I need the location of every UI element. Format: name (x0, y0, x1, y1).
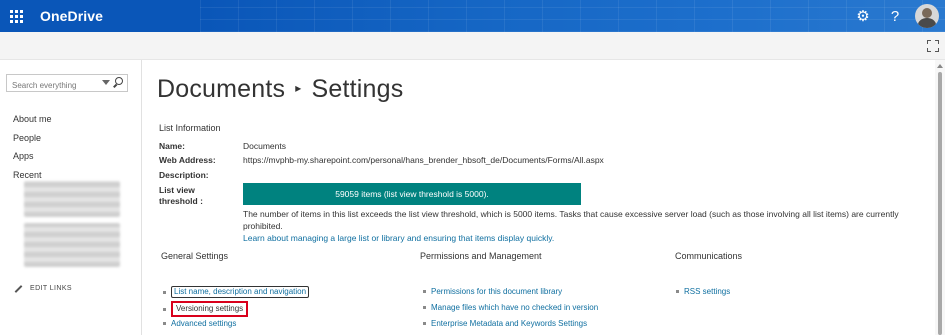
recent-item-blurred[interactable] (24, 181, 120, 217)
list-name-description-navigation-link[interactable]: List name, description and navigation (171, 286, 310, 298)
bullet-icon (423, 306, 426, 309)
suite-bar-background (200, 0, 945, 32)
bullet-icon (676, 290, 679, 293)
focus-mode-icon[interactable] (927, 40, 939, 52)
permissions-library-link[interactable]: Permissions for this document library (431, 287, 562, 296)
title-settings: Settings (311, 75, 404, 103)
nav-apps[interactable]: Apps (13, 147, 52, 166)
description-label: Description: (159, 170, 209, 180)
vertical-scrollbar[interactable] (935, 60, 945, 335)
list-name-link-item: List name, description and navigation (163, 286, 310, 298)
name-value: Documents (243, 141, 286, 151)
edit-links-label: EDIT LINKS (30, 285, 72, 292)
app-name[interactable]: OneDrive (40, 8, 103, 24)
search-box (6, 74, 128, 94)
bullet-icon (163, 322, 166, 325)
versioning-link-item: Versioning settings (163, 301, 249, 317)
rss-settings-link[interactable]: RSS settings (684, 287, 730, 296)
avatar[interactable] (915, 4, 939, 28)
advanced-link-item: Advanced settings (163, 319, 236, 328)
left-navigation: About me People Apps Recent EDIT LINKS (0, 60, 142, 335)
title-documents[interactable]: Documents (157, 75, 285, 103)
edit-links-button[interactable]: EDIT LINKS (14, 284, 72, 293)
threshold-warning-text: The number of items in this list exceeds… (243, 209, 899, 231)
command-bar (0, 32, 945, 60)
list-information-heading: List Information (159, 123, 221, 133)
communications-heading: Communications (675, 251, 743, 261)
breadcrumb-separator-icon: ▸ (295, 81, 302, 96)
name-label: Name: (159, 141, 185, 151)
main-content: Documents ▸ Settings List Information Name… (155, 60, 935, 335)
scrollbar-thumb[interactable] (938, 72, 942, 335)
manage-unchecked-files-link[interactable]: Manage files which have no checked in ve… (431, 303, 598, 312)
threshold-label-line2: threshold : (159, 196, 203, 206)
gear-icon[interactable]: ⚙ (847, 0, 879, 32)
page-title: Documents ▸ Settings (157, 75, 403, 104)
threshold-label: List view threshold : (159, 185, 203, 207)
learn-more-link[interactable]: Learn about managing a large list or lib… (243, 233, 554, 243)
manage-files-link-item: Manage files which have no checked in ve… (423, 303, 598, 312)
nav-about-me[interactable]: About me (13, 110, 52, 129)
enterprise-metadata-link[interactable]: Enterprise Metadata and Keywords Setting… (431, 319, 587, 328)
scroll-up-icon[interactable] (937, 64, 943, 68)
search-icon[interactable] (112, 77, 124, 89)
threshold-label-line1: List view (159, 185, 195, 195)
web-address-value: https://mvphb-my.sharepoint.com/personal… (243, 155, 604, 165)
suite-bar: OneDrive ⚙ ? (0, 0, 945, 32)
web-address-label: Web Address: (159, 155, 216, 165)
advanced-settings-link[interactable]: Advanced settings (171, 319, 236, 328)
metadata-link-item: Enterprise Metadata and Keywords Setting… (423, 319, 587, 328)
permissions-link-item: Permissions for this document library (423, 287, 562, 296)
bullet-icon (423, 290, 426, 293)
recent-item-blurred[interactable] (24, 223, 120, 267)
bullet-icon (163, 290, 166, 294)
versioning-settings-link[interactable]: Versioning settings (171, 301, 249, 317)
nav-people[interactable]: People (13, 129, 52, 148)
help-icon[interactable]: ? (879, 0, 911, 32)
threshold-status-bar: 59059 items (list view threshold is 5000… (243, 183, 581, 205)
bullet-icon (163, 307, 166, 311)
search-input[interactable] (7, 77, 89, 94)
search-scope-dropdown-icon[interactable] (102, 80, 110, 85)
waffle-icon[interactable] (0, 0, 32, 32)
bullet-icon (423, 322, 426, 325)
pencil-icon (14, 284, 23, 293)
permissions-heading: Permissions and Management (420, 251, 542, 261)
rss-link-item: RSS settings (676, 287, 730, 296)
general-settings-heading: General Settings (161, 251, 229, 261)
